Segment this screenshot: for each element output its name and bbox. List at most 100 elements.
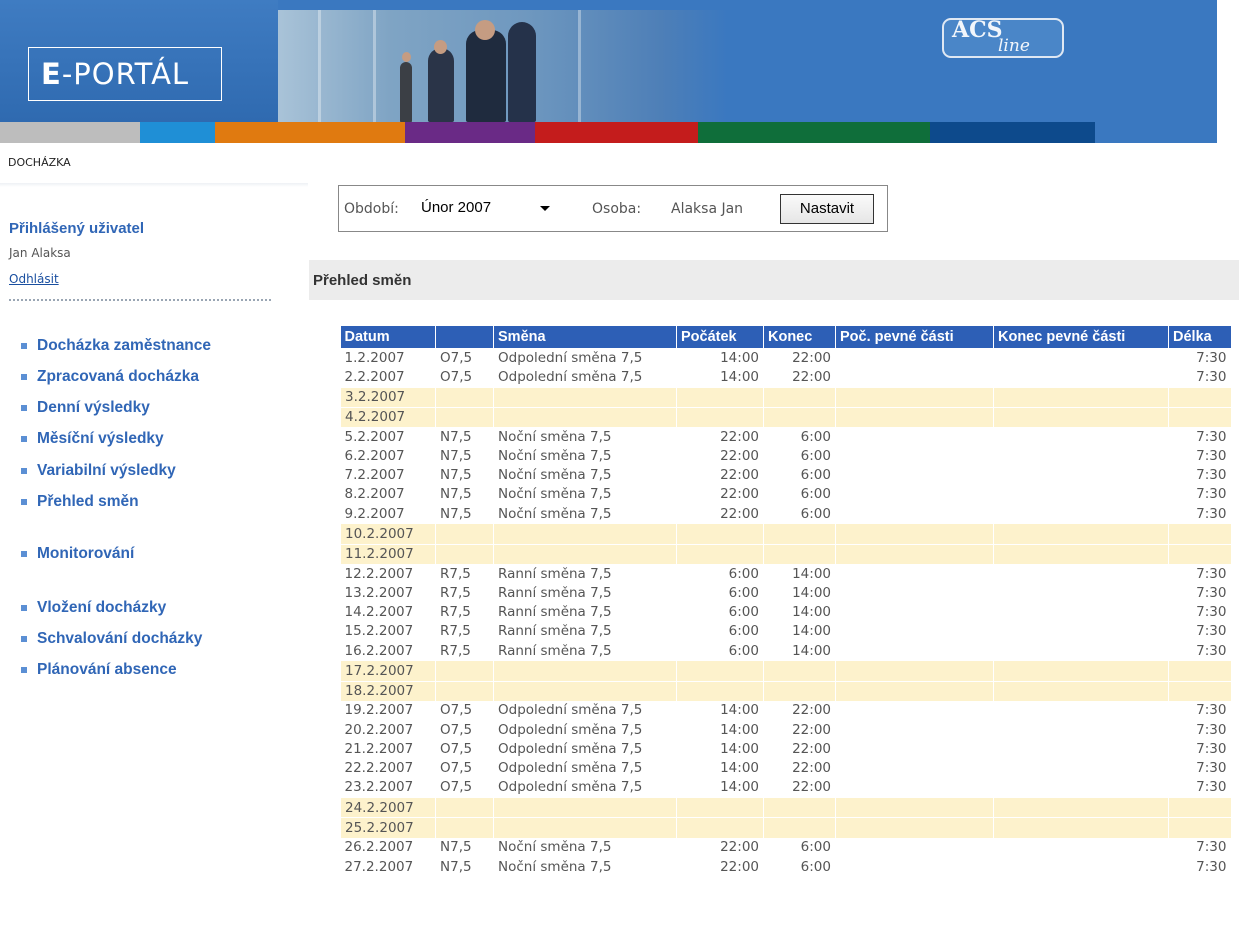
cell-code xyxy=(435,406,494,428)
period-select[interactable]: Únor 2007 xyxy=(414,195,556,221)
cell-fixed-end xyxy=(993,386,1169,408)
bullet-icon xyxy=(21,499,27,505)
bullet-icon xyxy=(21,636,27,642)
column-header-code[interactable] xyxy=(435,326,494,348)
cell-shift: Odpolední směna 7,5 xyxy=(493,777,677,798)
set-button[interactable]: Nastavit xyxy=(780,194,874,224)
cell-length: 7:30 xyxy=(1168,758,1231,778)
cell-date: 10.2.2007 xyxy=(340,523,436,545)
cell-end xyxy=(763,406,836,428)
column-header-start[interactable]: Počátek xyxy=(676,326,764,348)
sidebar-item-absence-planning[interactable]: Plánování absence xyxy=(21,661,177,679)
logout-link[interactable]: Odhlásit xyxy=(9,272,59,286)
cell-fixed-start xyxy=(835,386,994,408)
cell-code: O7,5 xyxy=(435,739,494,759)
cell-fixed-start xyxy=(835,563,994,584)
cell-end: 6:00 xyxy=(763,484,836,505)
cell-shift: Noční směna 7,5 xyxy=(493,446,677,466)
cell-code: R7,5 xyxy=(435,640,494,661)
cell-start xyxy=(676,386,764,408)
cell-shift: Odpolední směna 7,5 xyxy=(493,700,677,721)
bullet-icon xyxy=(21,405,27,411)
bullet-icon xyxy=(21,343,27,349)
sidebar-item-daily-results[interactable]: Denní výsledky xyxy=(21,399,150,417)
cell-fixed-start xyxy=(835,856,994,877)
cell-fixed-end xyxy=(993,837,1169,857)
cell-shift xyxy=(493,523,677,545)
cell-end xyxy=(763,543,836,564)
cell-shift: Odpolední směna 7,5 xyxy=(493,367,677,388)
cell-date: 7.2.2007 xyxy=(344,467,405,484)
cell-length: 7:30 xyxy=(1168,563,1231,584)
color-bar-segment xyxy=(698,122,930,143)
sidebar-item-employee-attendance[interactable]: Docházka zaměstnance xyxy=(21,337,211,355)
cell-code: R7,5 xyxy=(435,583,494,603)
cell-fixed-end xyxy=(993,348,1169,368)
cell-code xyxy=(435,386,494,408)
cell-end xyxy=(763,797,836,818)
cell-end: 22:00 xyxy=(763,777,836,798)
period-label: Období: xyxy=(344,201,399,217)
sidebar-item-processed-attendance[interactable]: Zpracovaná docházka xyxy=(21,368,199,386)
table-row: 19.2.2007 O7,5 Odpolední směna 7,5 14:00 22:… xyxy=(341,700,1231,721)
cell-date: 8.2.2007 xyxy=(344,486,405,503)
cell-end: 6:00 xyxy=(763,446,836,466)
cell-date: 18.2.2007 xyxy=(340,680,436,701)
column-header-end[interactable]: Konec xyxy=(763,326,836,348)
cell-fixed-start xyxy=(835,758,994,778)
column-header-date[interactable]: Datum xyxy=(340,326,436,348)
table-row: 16.2.2007 R7,5 Ranní směna 7,5 6:00 14:00 7:3… xyxy=(341,640,1231,661)
sidebar-item-shift-overview[interactable]: Přehled směn xyxy=(21,493,139,511)
sidebar-item-approve-attendance[interactable]: Schvalování docházky xyxy=(21,630,202,648)
cell-end: 6:00 xyxy=(763,427,836,447)
cell-end: 22:00 xyxy=(763,348,836,368)
sidebar-item-insert-attendance[interactable]: Vložení docházky xyxy=(21,599,166,617)
cell-fixed-start xyxy=(835,484,994,505)
table-row: 3.2.2007 xyxy=(340,386,1231,408)
cell-end: 14:00 xyxy=(763,640,836,661)
cell-end: 14:00 xyxy=(763,563,836,584)
cell-shift: Ranní směna 7,5 xyxy=(493,563,677,584)
color-bar-segment xyxy=(0,122,140,143)
cell-length: 7:30 xyxy=(1168,837,1231,857)
column-header-fixed-end[interactable]: Konec pevné části xyxy=(993,326,1169,348)
sidebar-item-monitoring[interactable]: Monitorování xyxy=(21,545,134,563)
table-row: 11.2.2007 xyxy=(340,543,1231,564)
column-header-shift[interactable]: Směna xyxy=(493,326,677,348)
cell-date: 23.2.2007 xyxy=(344,779,414,796)
table-row: 8.2.2007 N7,5 Noční směna 7,5 22:00 6:00 7:30 xyxy=(341,484,1231,505)
column-header-length[interactable]: Délka xyxy=(1168,326,1231,348)
table-row: 15.2.2007 R7,5 Ranní směna 7,5 6:00 14:00 7:3… xyxy=(341,621,1231,641)
cell-start: 14:00 xyxy=(676,777,764,798)
cell-fixed-start xyxy=(835,465,994,485)
bullet-icon xyxy=(21,551,27,557)
cell-start xyxy=(676,406,764,428)
table-row: 24.2.2007 xyxy=(340,797,1231,818)
sidebar-item-variable-results[interactable]: Variabilní výsledky xyxy=(21,462,176,480)
cell-fixed-start xyxy=(835,543,994,564)
sidebar-item-monthly-results[interactable]: Měsíční výsledky xyxy=(21,430,164,448)
cell-fixed-end xyxy=(993,406,1169,428)
cell-shift: Ranní směna 7,5 xyxy=(493,621,677,641)
cell-fixed-end xyxy=(993,700,1169,721)
cell-start xyxy=(676,680,764,701)
cell-fixed-start xyxy=(835,837,994,857)
table-row: 14.2.2007 R7,5 Ranní směna 7,5 6:00 14:00 7:3… xyxy=(341,602,1231,622)
cell-date: 1.2.2007 xyxy=(344,349,405,366)
table-row: 1.2.2007 O7,5 Odpolední směna 7,5 14:00 22:0… xyxy=(341,348,1231,368)
table-row: 4.2.2007 xyxy=(340,406,1231,428)
cell-start xyxy=(676,817,764,838)
cell-length: 7:30 xyxy=(1168,348,1231,368)
cell-date: 3.2.2007 xyxy=(340,386,436,408)
cell-code: N7,5 xyxy=(435,856,494,877)
cell-date: 12.2.2007 xyxy=(344,565,414,582)
cell-fixed-end xyxy=(993,465,1169,485)
cell-fixed-start xyxy=(835,348,994,368)
cell-end xyxy=(763,523,836,545)
color-bar-segment xyxy=(1095,122,1217,143)
column-header-fixed-start[interactable]: Poč. pevné části xyxy=(835,326,994,348)
cell-code: N7,5 xyxy=(435,465,494,485)
cell-fixed-end xyxy=(993,504,1169,524)
cell-length: 7:30 xyxy=(1168,504,1231,524)
cell-shift xyxy=(493,406,677,428)
